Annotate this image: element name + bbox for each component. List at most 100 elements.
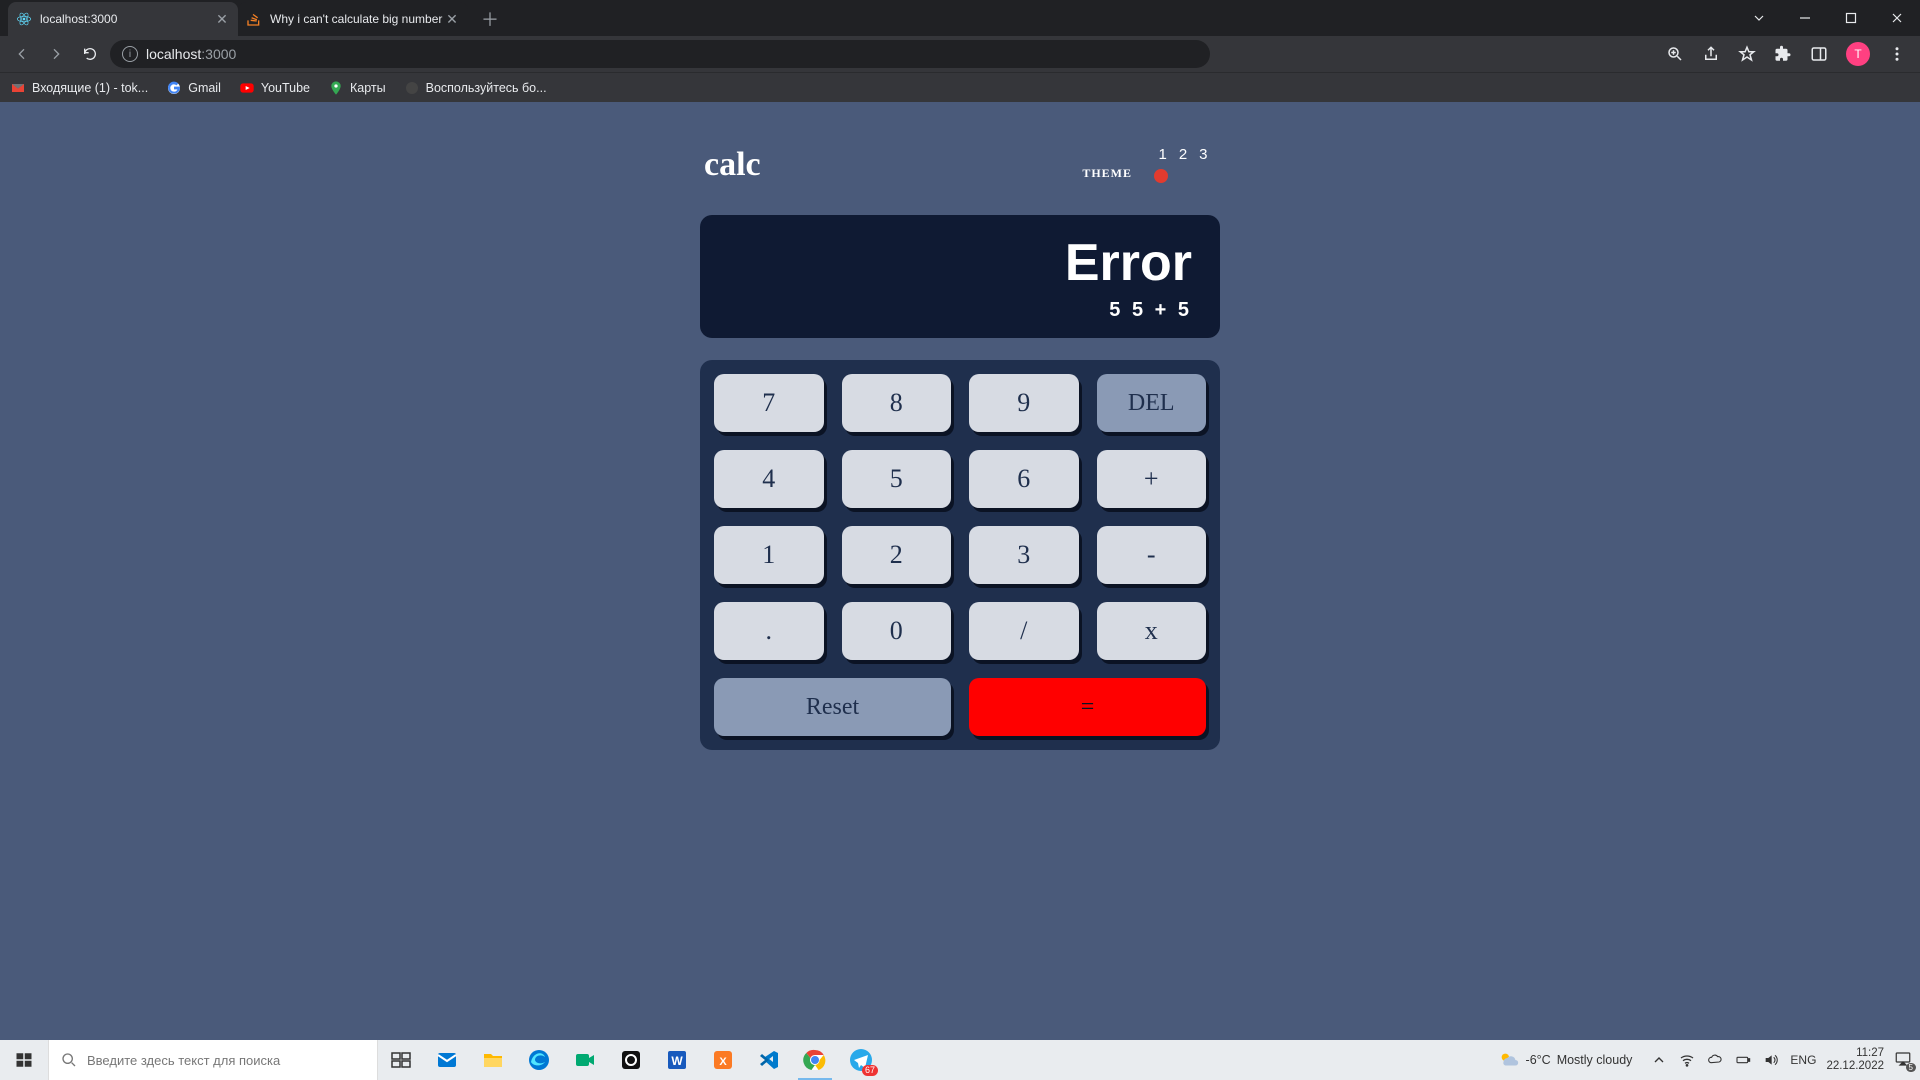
back-button[interactable] xyxy=(8,40,36,68)
new-tab-button[interactable]: ＋ xyxy=(476,5,504,33)
task-view-button[interactable] xyxy=(378,1040,424,1080)
app-title: calc xyxy=(704,146,761,184)
bookmark-item[interactable]: Карты xyxy=(328,80,386,96)
bookmark-label: Входящие (1) - tok... xyxy=(32,81,148,95)
windows-taskbar: Введите здесь текст для поиска W X 67 -6… xyxy=(0,1040,1920,1080)
taskbar-app-xampp[interactable]: X xyxy=(700,1040,746,1080)
window-minimize-button[interactable] xyxy=(1782,0,1828,36)
sidepanel-icon[interactable] xyxy=(1810,45,1828,63)
key-divide[interactable]: / xyxy=(969,602,1079,660)
key-7[interactable]: 7 xyxy=(714,374,824,432)
key-6[interactable]: 6 xyxy=(969,450,1079,508)
taskbar-app-explorer[interactable] xyxy=(470,1040,516,1080)
bookmark-item[interactable]: Gmail xyxy=(166,80,221,96)
key-minus[interactable]: - xyxy=(1097,526,1207,584)
telegram-badge: 67 xyxy=(862,1065,878,1076)
taskbar-app-obsidian[interactable] xyxy=(608,1040,654,1080)
generic-bookmark-icon xyxy=(404,80,420,96)
key-1[interactable]: 1 xyxy=(714,526,824,584)
browser-toolbar: i localhost:3000 T xyxy=(0,36,1920,72)
key-4[interactable]: 4 xyxy=(714,450,824,508)
browser-tab[interactable]: Why i can't calculate big number ✕ xyxy=(238,2,468,36)
svg-text:W: W xyxy=(671,1054,683,1068)
battery-icon[interactable] xyxy=(1734,1051,1752,1069)
share-icon[interactable] xyxy=(1702,45,1720,63)
browser-tab-active[interactable]: localhost:3000 ✕ xyxy=(8,2,238,36)
svg-text:X: X xyxy=(719,1056,727,1068)
key-multiply[interactable]: x xyxy=(1097,602,1207,660)
tray-time: 11:27 xyxy=(1826,1047,1884,1060)
tab-dropdown-icon[interactable] xyxy=(1736,0,1782,36)
calculator-display: Error 5 5 + 5 xyxy=(700,215,1220,338)
taskbar-app-chrome[interactable] xyxy=(792,1040,838,1080)
taskbar-search[interactable]: Введите здесь текст для поиска xyxy=(48,1040,378,1080)
key-del[interactable]: DEL xyxy=(1097,374,1207,432)
address-bar[interactable]: i localhost:3000 xyxy=(110,40,1210,68)
react-icon xyxy=(16,11,32,27)
onedrive-icon[interactable] xyxy=(1706,1051,1724,1069)
taskbar-app-edge[interactable] xyxy=(516,1040,562,1080)
url-text: localhost:3000 xyxy=(146,46,236,62)
notification-count: 5 xyxy=(1906,1063,1916,1072)
bookmarks-bar: Входящие (1) - tok... Gmail YouTube Карт… xyxy=(0,72,1920,102)
search-icon xyxy=(61,1052,77,1068)
extensions-icon[interactable] xyxy=(1774,45,1792,63)
key-plus[interactable]: + xyxy=(1097,450,1207,508)
site-info-icon[interactable]: i xyxy=(122,46,138,62)
zoom-icon[interactable] xyxy=(1666,45,1684,63)
weather-desc: Mostly cloudy xyxy=(1557,1053,1633,1067)
key-5[interactable]: 5 xyxy=(842,450,952,508)
key-3[interactable]: 3 xyxy=(969,526,1079,584)
tray-clock[interactable]: 11:27 22.12.2022 xyxy=(1826,1047,1884,1073)
calculator-app: calc THEME 1 2 3 E xyxy=(700,102,1220,750)
key-dot[interactable]: . xyxy=(714,602,824,660)
youtube-icon xyxy=(239,80,255,96)
bookmark-item[interactable]: Входящие (1) - tok... xyxy=(10,80,148,96)
taskbar-app-telegram[interactable]: 67 xyxy=(838,1040,884,1080)
start-button[interactable] xyxy=(0,1040,48,1080)
theme-toggle-track[interactable] xyxy=(1150,167,1216,185)
bookmark-item[interactable]: YouTube xyxy=(239,80,310,96)
key-9[interactable]: 9 xyxy=(969,374,1079,432)
page-viewport: calc THEME 1 2 3 E xyxy=(0,102,1920,1040)
profile-avatar[interactable]: T xyxy=(1846,42,1870,66)
tray-chevron-icon[interactable] xyxy=(1650,1051,1668,1069)
key-0[interactable]: 0 xyxy=(842,602,952,660)
weather-temp: -6°C xyxy=(1526,1053,1551,1067)
key-reset[interactable]: Reset xyxy=(714,678,951,736)
volume-icon[interactable] xyxy=(1762,1051,1780,1069)
key-2[interactable]: 2 xyxy=(842,526,952,584)
bookmark-star-icon[interactable] xyxy=(1738,45,1756,63)
forward-button[interactable] xyxy=(42,40,70,68)
display-expression: 5 5 + 5 xyxy=(728,299,1192,322)
taskbar-app-word[interactable]: W xyxy=(654,1040,700,1080)
bookmark-item[interactable]: Воспользуйтесь бо... xyxy=(404,80,547,96)
maps-icon xyxy=(328,80,344,96)
window-controls xyxy=(1736,0,1920,36)
reload-button[interactable] xyxy=(76,40,104,68)
taskbar-app-mail[interactable] xyxy=(424,1040,470,1080)
window-maximize-button[interactable] xyxy=(1828,0,1874,36)
close-icon[interactable]: ✕ xyxy=(214,11,230,27)
taskbar-app-vscode[interactable] xyxy=(746,1040,792,1080)
language-indicator[interactable]: ENG xyxy=(1790,1053,1816,1067)
key-8[interactable]: 8 xyxy=(842,374,952,432)
gmail-icon xyxy=(10,80,26,96)
action-center-button[interactable]: 5 xyxy=(1894,1050,1914,1070)
weather-icon xyxy=(1498,1049,1520,1071)
display-main: Error xyxy=(728,233,1192,293)
tab-title: Why i can't calculate big number xyxy=(270,12,444,26)
weather-widget[interactable]: -6°C Mostly cloudy xyxy=(1498,1049,1633,1071)
window-close-button[interactable] xyxy=(1874,0,1920,36)
menu-icon[interactable] xyxy=(1888,45,1906,63)
key-equals[interactable]: = xyxy=(969,678,1206,736)
taskbar-app-meet[interactable] xyxy=(562,1040,608,1080)
bookmark-label: Воспользуйтесь бо... xyxy=(426,81,547,95)
theme-switcher: THEME 1 2 3 xyxy=(1082,146,1216,185)
wifi-icon[interactable] xyxy=(1678,1051,1696,1069)
theme-toggle-knob xyxy=(1154,169,1168,183)
tab-title: localhost:3000 xyxy=(40,12,214,26)
system-tray: -6°C Mostly cloudy ENG 11:27 22.12.2022 … xyxy=(1498,1040,1920,1080)
close-icon[interactable]: ✕ xyxy=(444,11,460,27)
tray-date: 22.12.2022 xyxy=(1826,1060,1884,1073)
